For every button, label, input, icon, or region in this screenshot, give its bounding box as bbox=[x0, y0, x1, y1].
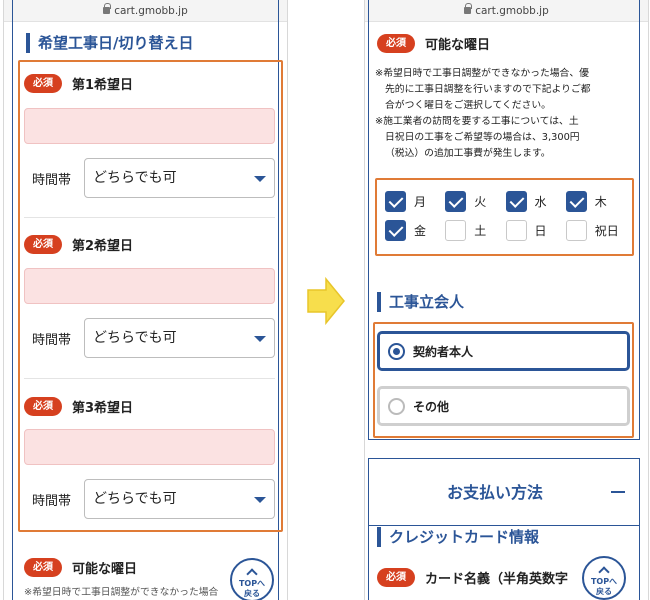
time-label: 時間帯 bbox=[32, 493, 72, 509]
day-option-tue[interactable]: 火 bbox=[445, 191, 505, 212]
day-label: 月 bbox=[414, 195, 427, 209]
day-label: 火 bbox=[474, 195, 487, 209]
day-label: 祝日 bbox=[594, 224, 619, 238]
radio-unselected[interactable] bbox=[388, 397, 405, 415]
card-name-label: カード名義（半角英数字 bbox=[425, 572, 569, 587]
caret-down-icon bbox=[254, 336, 266, 342]
radio-option-other[interactable]: その他 bbox=[377, 386, 630, 426]
notes: ※希望日時で工事日調整ができなかった場合、優 先的に工事日調整を行いますので下記… bbox=[375, 66, 638, 162]
arrow-right-icon bbox=[307, 276, 345, 326]
preference-1: 必須 第1希望日 時間帯 どちらでも可 bbox=[24, 74, 275, 214]
credit-title: クレジットカード情報 bbox=[377, 527, 539, 547]
available-days-heading: 必須 可能な曜日 bbox=[377, 34, 636, 53]
time-select-2[interactable]: どちらでも可 bbox=[84, 318, 275, 358]
required-badge: 必須 bbox=[24, 558, 62, 577]
date-input-3[interactable] bbox=[24, 429, 275, 465]
attendance-title: 工事立会人 bbox=[377, 292, 464, 312]
note-line: 先的に工事日調整を行いますので下記よりご都 bbox=[385, 84, 591, 95]
chevron-up-icon bbox=[246, 568, 258, 580]
day-label: 土 bbox=[474, 224, 487, 238]
right-screen: cart.gmobb.jp 必須 可能な曜日 ※希望日時で工事日調整ができなかった… bbox=[364, 0, 649, 600]
available-days-label: 可能な曜日 bbox=[72, 562, 138, 577]
checkbox-unchecked[interactable] bbox=[505, 220, 527, 241]
checkbox-unchecked[interactable] bbox=[565, 220, 587, 241]
payment-title: お支払い方法 bbox=[447, 483, 544, 502]
radio-label: その他 bbox=[413, 399, 450, 414]
day-label: 日 bbox=[534, 224, 547, 238]
time-label: 時間帯 bbox=[32, 332, 72, 348]
required-badge: 必須 bbox=[24, 235, 62, 254]
divider bbox=[24, 217, 275, 218]
time-select-value: どちらでも可 bbox=[93, 170, 177, 186]
caret-down-icon bbox=[254, 497, 266, 503]
note-line: ※希望日時で工事日調整ができなかった場合、優 bbox=[375, 68, 589, 79]
radio-label: 契約者本人 bbox=[413, 344, 474, 359]
date-input-2[interactable] bbox=[24, 268, 275, 304]
checkbox-checked[interactable] bbox=[385, 220, 406, 241]
preference-label: 第1希望日 bbox=[72, 78, 134, 93]
required-badge: 必須 bbox=[24, 397, 62, 416]
day-option-mon[interactable]: 月 bbox=[385, 191, 445, 212]
day-option-thu[interactable]: 木 bbox=[565, 191, 626, 212]
preference-2: 必須 第2希望日 時間帯 どちらでも可 bbox=[24, 235, 275, 375]
caret-down-icon bbox=[254, 176, 266, 182]
checkbox-checked[interactable] bbox=[445, 191, 467, 212]
preference-label: 第3希望日 bbox=[72, 401, 134, 416]
note-line: 合がつく曜日をご選択してください。 bbox=[385, 100, 551, 111]
date-input-1[interactable] bbox=[24, 108, 275, 144]
time-select-value: どちらでも可 bbox=[93, 491, 177, 507]
preference-3: 必須 第3希望日 時間帯 どちらでも可 bbox=[24, 397, 275, 537]
radio-option-contractor[interactable]: 契約者本人 bbox=[377, 331, 630, 371]
checkbox-checked[interactable] bbox=[505, 191, 527, 212]
time-select-3[interactable]: どちらでも可 bbox=[84, 479, 275, 519]
day-label: 金 bbox=[414, 224, 427, 238]
divider bbox=[24, 378, 275, 379]
cut-note: ※希望日時で工事日調整ができなかった場合 bbox=[24, 587, 219, 598]
radio-selected[interactable] bbox=[388, 342, 405, 360]
required-badge: 必須 bbox=[24, 74, 62, 93]
back-to-top-label: TOPへ 戻る bbox=[238, 579, 266, 598]
collapse-icon[interactable] bbox=[611, 491, 625, 493]
note-line: （税込）の追加工事費が発生します。 bbox=[385, 148, 551, 159]
required-badge: 必須 bbox=[377, 568, 415, 587]
time-select-1[interactable]: どちらでも可 bbox=[84, 158, 275, 198]
day-option-sat[interactable]: 土 bbox=[445, 220, 505, 241]
day-option-fri[interactable]: 金 bbox=[385, 220, 445, 241]
left-screen: cart.gmobb.jp 希望工事日/切り替え日 必須 第1希望日 時間帯 どち… bbox=[3, 0, 288, 600]
day-label: 水 bbox=[534, 195, 547, 209]
day-option-wed[interactable]: 水 bbox=[505, 191, 566, 212]
payment-header[interactable]: お支払い方法 bbox=[368, 458, 640, 526]
back-to-top-button[interactable]: TOPへ 戻る bbox=[582, 556, 626, 600]
day-checkboxes: 月 火 水 木 金 土 日 祝日 bbox=[377, 181, 634, 251]
back-to-top-label: TOPへ 戻る bbox=[590, 577, 618, 596]
time-label: 時間帯 bbox=[32, 172, 72, 188]
day-option-holiday[interactable]: 祝日 bbox=[565, 220, 626, 241]
required-badge: 必須 bbox=[377, 34, 415, 53]
day-label: 木 bbox=[594, 195, 607, 209]
time-select-value: どちらでも可 bbox=[93, 330, 177, 346]
note-line: ※施工業者の訪問を要する工事については、土 bbox=[375, 116, 579, 127]
section-title: 希望工事日/切り替え日 bbox=[26, 33, 193, 53]
day-option-sun[interactable]: 日 bbox=[505, 220, 566, 241]
checkbox-checked[interactable] bbox=[565, 191, 587, 212]
preference-label: 第2希望日 bbox=[72, 239, 134, 254]
chevron-up-icon bbox=[598, 566, 610, 578]
note-line: 日祝日の工事をご希望等の場合は、3,300円 bbox=[385, 132, 580, 143]
checkbox-unchecked[interactable] bbox=[445, 220, 467, 241]
back-to-top-button[interactable]: TOPへ 戻る bbox=[230, 558, 274, 600]
frame-bottom bbox=[368, 439, 640, 440]
checkbox-checked[interactable] bbox=[385, 191, 406, 212]
available-days-label: 可能な曜日 bbox=[425, 38, 491, 53]
